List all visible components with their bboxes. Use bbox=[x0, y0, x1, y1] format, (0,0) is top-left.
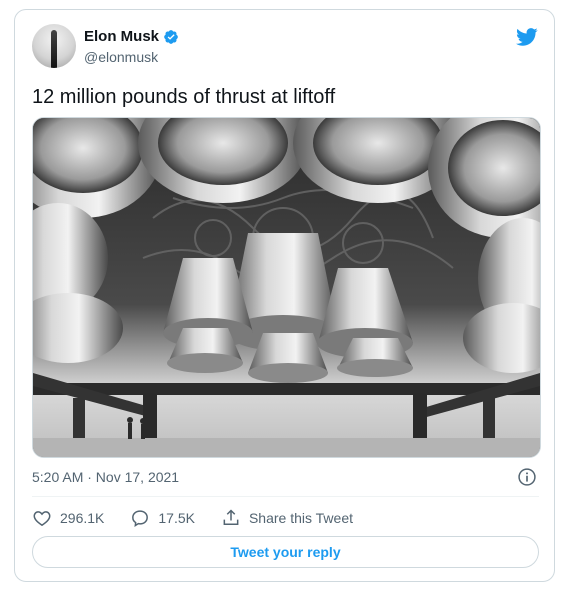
author-handle[interactable]: @elonmusk bbox=[84, 49, 158, 65]
like-button[interactable]: 296.1K bbox=[32, 508, 104, 528]
share-icon bbox=[223, 509, 239, 525]
avatar[interactable] bbox=[32, 24, 76, 68]
heart-icon bbox=[33, 511, 51, 527]
author-name[interactable]: Elon Musk bbox=[84, 28, 159, 45]
verified-badge-icon bbox=[164, 29, 178, 44]
twitter-bird-icon[interactable] bbox=[515, 26, 539, 48]
tweet-timestamp[interactable]: 5:20 AM · Nov 17, 2021 bbox=[32, 469, 179, 485]
like-count: 296.1K bbox=[60, 510, 105, 526]
tweet-card: Elon Musk @elonmusk 12 million pounds of… bbox=[14, 9, 555, 582]
tweet-media[interactable] bbox=[32, 117, 541, 458]
info-icon[interactable] bbox=[517, 467, 537, 487]
divider bbox=[32, 496, 539, 497]
tweet-your-reply-button[interactable]: Tweet your reply bbox=[32, 536, 539, 568]
reply-count: 17.5K bbox=[158, 510, 195, 526]
tweet-text: 12 million pounds of thrust at liftoff bbox=[32, 86, 336, 108]
tweet-actions: 296.1K 17.5K Share this Tweet bbox=[32, 507, 379, 529]
author-name-row: Elon Musk bbox=[84, 28, 179, 45]
reply-button[interactable]: 17.5K bbox=[130, 508, 195, 528]
rocket-engines-photo bbox=[33, 118, 540, 457]
share-label: Share this Tweet bbox=[248, 510, 353, 526]
share-button[interactable]: Share this Tweet bbox=[221, 508, 353, 528]
reply-bubble-icon bbox=[132, 510, 149, 527]
